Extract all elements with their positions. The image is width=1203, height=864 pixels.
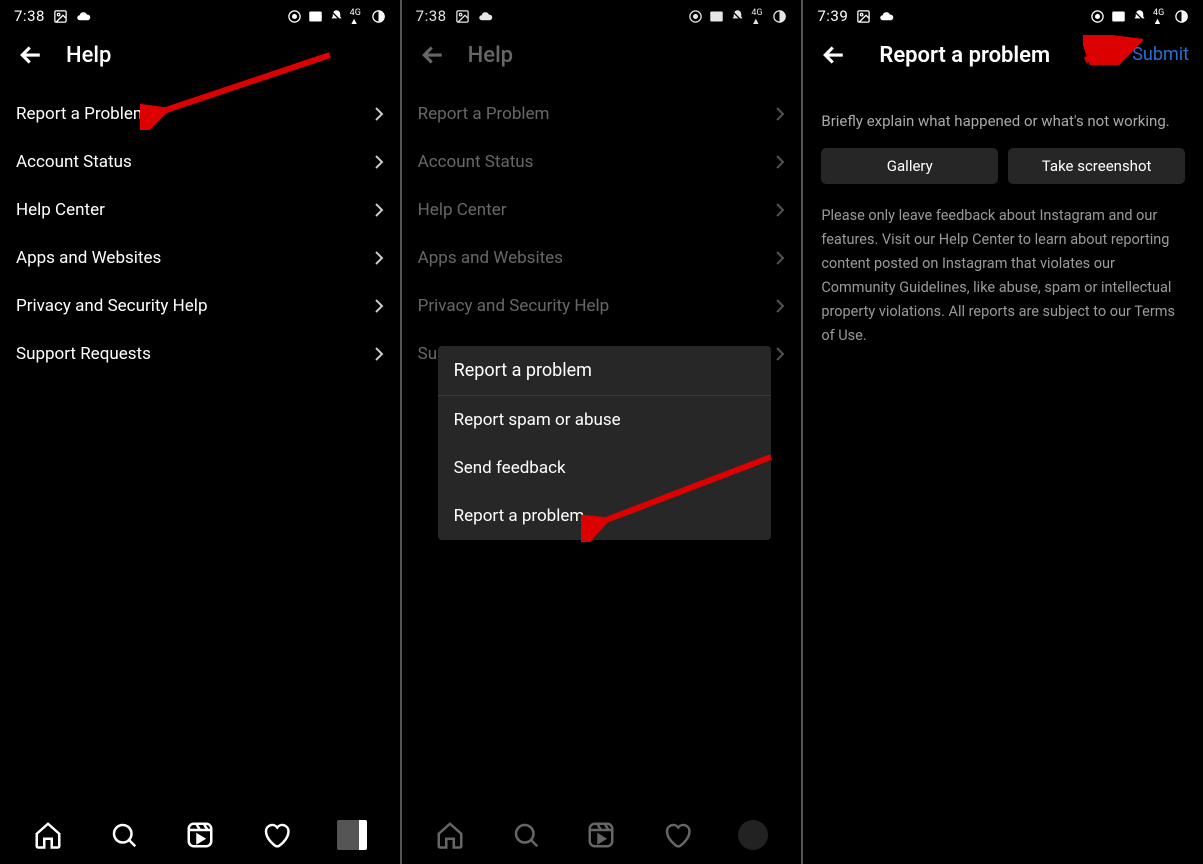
- bell-off-icon: [329, 9, 344, 24]
- cast-icon: [1090, 9, 1105, 24]
- item-label: Account Status: [418, 152, 534, 172]
- chevron-right-icon: [374, 202, 384, 218]
- item-apps-websites[interactable]: Apps and Websites: [0, 234, 400, 282]
- chevron-right-icon: [374, 154, 384, 170]
- nav-search-icon[interactable]: [109, 820, 139, 850]
- signal-4g-icon: 4G▲: [751, 9, 766, 24]
- disclaimer-text: Please only leave feedback about Instagr…: [821, 204, 1185, 348]
- header: Report a problem Submit: [803, 30, 1203, 90]
- battery-icon: [772, 9, 787, 24]
- cloud-icon: [879, 9, 894, 24]
- page-title: Help: [66, 43, 111, 68]
- back-button[interactable]: [819, 40, 849, 70]
- header: Help: [402, 30, 802, 90]
- bottom-nav: [402, 806, 802, 864]
- chevron-right-icon: [775, 250, 785, 266]
- battery-icon: [1174, 9, 1189, 24]
- cast-icon: [287, 9, 302, 24]
- signal-4g-icon: 4G▲: [1153, 9, 1168, 24]
- screen-report-problem: 7:39 4G▲ Report a problem Submit Briefly…: [803, 0, 1203, 864]
- nav-profile-icon[interactable]: [337, 820, 367, 850]
- dialog-option-report[interactable]: Report a problem: [438, 492, 772, 540]
- item-label: Help Center: [418, 200, 507, 220]
- item-label: Report a Problem: [16, 104, 148, 124]
- item-support-requests[interactable]: Support Requests: [0, 330, 400, 378]
- chevron-right-icon: [775, 106, 785, 122]
- image-icon: [53, 9, 68, 24]
- bottom-nav: [0, 806, 400, 864]
- item-help-center[interactable]: Help Center: [402, 186, 802, 234]
- item-privacy-security[interactable]: Privacy and Security Help: [402, 282, 802, 330]
- back-button[interactable]: [418, 40, 448, 70]
- item-apps-websites[interactable]: Apps and Websites: [402, 234, 802, 282]
- item-label: Privacy and Security Help: [16, 296, 208, 316]
- status-time: 7:38: [14, 7, 45, 25]
- status-bar: 7:39 4G▲: [803, 0, 1203, 30]
- dialog-option-spam[interactable]: Report spam or abuse: [438, 396, 772, 444]
- nav-reels-icon[interactable]: [586, 820, 616, 850]
- item-label: Apps and Websites: [418, 248, 563, 268]
- chevron-right-icon: [374, 298, 384, 314]
- dialog-option-feedback[interactable]: Send feedback: [438, 444, 772, 492]
- nav-home-icon[interactable]: [435, 820, 465, 850]
- item-label: Apps and Websites: [16, 248, 161, 268]
- header: Help: [0, 30, 400, 90]
- item-label: Help Center: [16, 200, 105, 220]
- item-report-problem[interactable]: Report a Problem: [402, 90, 802, 138]
- item-label: Su: [418, 344, 437, 364]
- nav-heart-icon[interactable]: [261, 820, 291, 850]
- nav-reels-icon[interactable]: [185, 820, 215, 850]
- signal-4g-icon: 4G▲: [350, 9, 365, 24]
- dialog-title: Report a problem: [438, 346, 772, 396]
- submit-button[interactable]: Submit: [1132, 44, 1189, 65]
- cloud-icon: [76, 9, 91, 24]
- chevron-right-icon: [775, 154, 785, 170]
- item-account-status[interactable]: Account Status: [402, 138, 802, 186]
- screen-help: 7:38 4G▲ Help Report a Problem: [0, 0, 400, 864]
- screen-help-dialog: 7:38 4G▲ Help Report a Problem Account S…: [402, 0, 802, 864]
- image-icon: [455, 9, 470, 24]
- nav-home-icon[interactable]: [33, 820, 63, 850]
- item-account-status[interactable]: Account Status: [0, 138, 400, 186]
- status-bar: 7:38 4G▲: [402, 0, 802, 30]
- item-label: Account Status: [16, 152, 132, 172]
- chevron-right-icon: [775, 298, 785, 314]
- cloud-icon: [478, 9, 493, 24]
- gallery-button[interactable]: Gallery: [821, 148, 998, 184]
- nav-profile-icon[interactable]: [738, 820, 768, 850]
- volte-icon: [308, 9, 323, 24]
- status-time: 7:38: [416, 7, 447, 25]
- cast-icon: [688, 9, 703, 24]
- item-privacy-security[interactable]: Privacy and Security Help: [0, 282, 400, 330]
- status-time: 7:39: [817, 7, 848, 25]
- item-label: Report a Problem: [418, 104, 550, 124]
- volte-icon: [1111, 9, 1126, 24]
- chevron-right-icon: [775, 346, 785, 362]
- status-bar: 7:38 4G▲: [0, 0, 400, 30]
- back-button[interactable]: [16, 40, 46, 70]
- bell-off-icon: [730, 9, 745, 24]
- battery-icon: [371, 9, 386, 24]
- nav-heart-icon[interactable]: [662, 820, 692, 850]
- screenshot-button[interactable]: Take screenshot: [1008, 148, 1185, 184]
- item-report-problem[interactable]: Report a Problem: [0, 90, 400, 138]
- nav-search-icon[interactable]: [511, 820, 541, 850]
- item-label: Support Requests: [16, 344, 151, 364]
- chevron-right-icon: [374, 250, 384, 266]
- item-help-center[interactable]: Help Center: [0, 186, 400, 234]
- page-title: Help: [468, 43, 513, 68]
- chevron-right-icon: [775, 202, 785, 218]
- volte-icon: [709, 9, 724, 24]
- report-dialog: Report a problem Report spam or abuse Se…: [438, 346, 772, 540]
- image-icon: [856, 9, 871, 24]
- chevron-right-icon: [374, 106, 384, 122]
- instruction-text: Briefly explain what happened or what's …: [821, 112, 1185, 130]
- chevron-right-icon: [374, 346, 384, 362]
- bell-off-icon: [1132, 9, 1147, 24]
- item-label: Privacy and Security Help: [418, 296, 610, 316]
